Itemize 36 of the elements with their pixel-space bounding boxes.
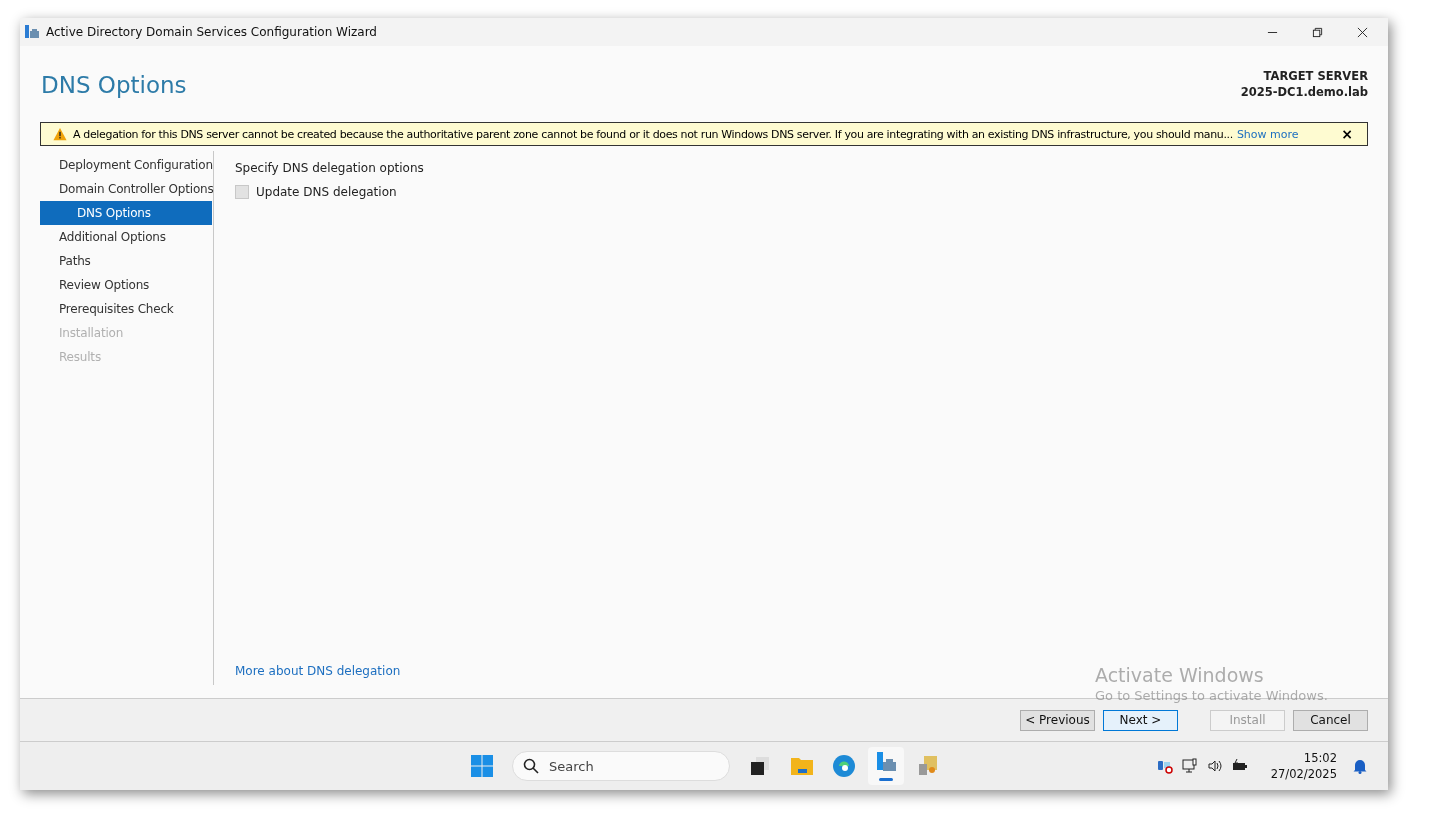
warning-message: A delegation for this DNS server cannot be created because the authoritative parent zone cannot be found or it does not run Windows DNS server. If you are integrating with an existing DNS infrastructure, you should manu... [73,127,1233,141]
help-link[interactable]: More about DNS delegation [235,664,401,678]
search-icon [523,758,539,774]
wizard-button[interactable]: Cancel [1293,709,1368,731]
network-warning-icon[interactable] [1156,758,1173,774]
bell-icon[interactable] [1352,758,1368,774]
restore-icon[interactable] [1312,26,1323,38]
sidebar-item[interactable]: Domain Controller Options [40,177,213,201]
activation-title: Activate Windows [1095,664,1265,686]
taskbar-app-button[interactable] [868,747,904,785]
section-heading: Specify DNS delegation options [235,161,425,175]
clock-date[interactable]: 27/02/2025 [1270,766,1337,782]
wizard-button[interactable]: Next > [1103,709,1178,731]
sidebar-item[interactable]: DNS Options [40,201,212,225]
warning-icon [53,127,67,141]
sidebar-item[interactable]: Prerequisites Check [40,297,213,321]
sidebar-item[interactable]: Review Options [40,273,213,297]
sidebar-item[interactable]: Paths [40,249,213,273]
activation-message: Go to Settings to activate Windows. [1095,688,1328,703]
start-icon[interactable] [470,754,494,778]
target-server-label: TARGET SERVER [1262,68,1368,84]
dismiss-button[interactable]: × [1323,126,1359,142]
speaker-icon[interactable] [1206,758,1223,774]
close-icon[interactable] [1357,26,1368,38]
wizard-button[interactable]: < Previous [1020,709,1095,731]
target-server-name: 2025-DC1.demo.lab [1240,84,1368,100]
window-title: Active Directory Domain Services Configuration Wizard [46,25,377,39]
page-title: DNS Options [41,72,187,100]
checkbox-label: Update DNS delegation [256,185,397,199]
sidebar-item[interactable]: Additional Options [40,225,213,249]
search-field[interactable]: Search [512,751,730,781]
sidebar-item[interactable]: Deployment Configuration [40,153,213,177]
task-view-icon[interactable] [748,754,772,778]
clock-time[interactable]: 15:02 [1303,750,1337,766]
monitor-icon[interactable] [1181,758,1198,774]
show-more-link[interactable]: Show more [1236,127,1299,141]
